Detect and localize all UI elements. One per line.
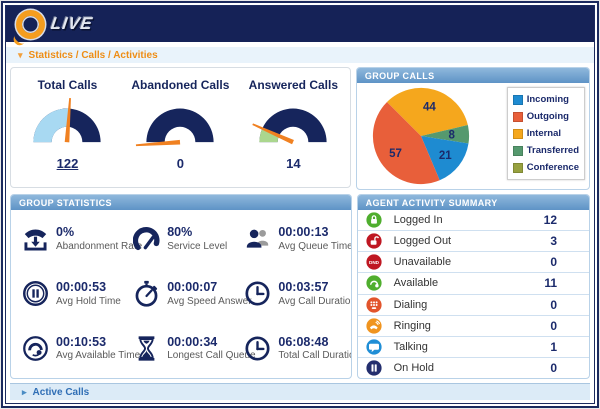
- group-statistics-panel: GROUP STATISTICS 0%Abandonment Rate 80%S…: [10, 194, 352, 379]
- agent-row-on-hold: On Hold 0: [358, 358, 589, 378]
- group-calls-header: GROUP CALLS: [357, 68, 589, 83]
- legend-item-internal: Internal: [513, 125, 579, 142]
- headset-icon: [366, 275, 382, 291]
- expand-arrow-icon[interactable]: ▸: [22, 387, 27, 398]
- svg-text:57: 57: [389, 148, 402, 160]
- gauge-title: Abandoned Calls: [127, 78, 233, 92]
- clock-icon: [243, 280, 271, 308]
- stat-avg-queue-time: 00:00:13Avg Queue Time: [239, 212, 350, 267]
- group-calls-panel: GROUP CALLS 44 8 21 57 Incoming Outgoing: [356, 67, 590, 190]
- agent-row-talking: Talking 1: [358, 337, 589, 358]
- logo-q-icon: [16, 10, 45, 39]
- phone-abandoned-icon: [21, 225, 49, 253]
- pie-legend: Incoming Outgoing Internal Transferred: [507, 87, 585, 180]
- gauge-title: Total Calls: [14, 78, 120, 92]
- gauge-total-calls: Total Calls 122: [14, 78, 120, 171]
- legend-swatch: [513, 163, 523, 173]
- gauge-value: 14: [240, 156, 346, 171]
- gauge-chart: [19, 94, 115, 150]
- gauge-value: 122: [14, 156, 120, 171]
- pie-chart: 44 8 21 57: [371, 86, 471, 190]
- gauge-chart: [245, 94, 341, 150]
- active-calls-label: Active Calls: [33, 387, 90, 398]
- legend-swatch: [513, 112, 523, 122]
- agent-row-dialing: Dialing 0: [358, 295, 589, 316]
- gauge-value: 0: [127, 156, 233, 171]
- lock-open-icon: [366, 233, 382, 249]
- app-window: LIVE ▾ Statistics / Calls / Activities T…: [1, 1, 599, 408]
- svg-text:21: 21: [439, 150, 452, 162]
- agent-activity-header: AGENT ACTIVITY SUMMARY: [358, 195, 589, 210]
- agent-row-ringing: Ringing 0: [358, 316, 589, 337]
- top-header: LIVE: [6, 6, 594, 42]
- pause-icon: [366, 360, 382, 376]
- gauge-abandoned-calls: Abandoned Calls 0: [127, 78, 233, 171]
- stat-avg-hold-time: 00:00:53Avg Hold Time: [17, 267, 128, 322]
- dialpad-icon: [366, 297, 382, 313]
- active-calls-section[interactable]: ▸ Active Calls: [10, 383, 590, 400]
- svg-text:DND: DND: [369, 261, 380, 266]
- agent-row-available: Available 11: [358, 273, 589, 294]
- lock-closed-icon: [366, 212, 382, 228]
- legend-swatch: [513, 146, 523, 156]
- legend-swatch: [513, 129, 523, 139]
- stat-avg-call-duration: 00:03:57Avg Call Duration: [239, 267, 350, 322]
- stat-abandonment-rate: 0%Abandonment Rate: [17, 212, 128, 267]
- legend-item-incoming: Incoming: [513, 91, 579, 108]
- legend-item-conference: Conference: [513, 159, 579, 176]
- logo-live-text: LIVE: [50, 14, 95, 34]
- gauge-answered-calls: Answered Calls 14: [240, 78, 346, 171]
- dnd-icon: DND: [366, 254, 382, 270]
- stat-total-call-duration: 06:08:48Total Call Duration: [239, 321, 350, 376]
- gauges-panel: Total Calls 122 Abandoned Calls 0 Answer…: [10, 67, 351, 188]
- agent-activity-panel: AGENT ACTIVITY SUMMARY Logged In 12 Logg…: [357, 194, 590, 379]
- clock-icon: [243, 335, 271, 363]
- app-logo: LIVE: [16, 10, 93, 39]
- gauge-chart: [132, 94, 228, 150]
- agent-row-logged-out: Logged Out 3: [358, 231, 589, 252]
- stat-avg-speed-answer: 00:00:07Avg Speed Answer: [128, 267, 239, 322]
- hourglass-icon: [132, 335, 160, 363]
- legend-swatch: [513, 95, 523, 105]
- group-statistics-header: GROUP STATISTICS: [11, 195, 351, 210]
- stat-longest-call-queue: 00:00:34Longest Call Queue: [128, 321, 239, 376]
- collapse-arrow-icon[interactable]: ▾: [18, 50, 23, 61]
- phone-ringing-icon: [366, 318, 382, 334]
- stopwatch-icon: [132, 280, 160, 308]
- pause-circle-icon: [21, 280, 49, 308]
- legend-item-outgoing: Outgoing: [513, 108, 579, 125]
- headset-circle-icon: [21, 335, 49, 363]
- speech-bubble-icon: [366, 339, 382, 355]
- breadcrumb[interactable]: ▾ Statistics / Calls / Activities: [6, 47, 594, 63]
- svg-text:8: 8: [448, 130, 455, 142]
- people-group-icon: [243, 225, 271, 253]
- legend-item-transferred: Transferred: [513, 142, 579, 159]
- gauge-title: Answered Calls: [240, 78, 346, 92]
- agent-row-logged-in: Logged In 12: [358, 210, 589, 231]
- svg-text:44: 44: [423, 101, 436, 113]
- stat-service-level: 80%Service Level: [128, 212, 239, 267]
- agent-row-unavailable: DND Unavailable 0: [358, 252, 589, 273]
- stat-avg-available-time: 00:10:53Avg Available Time: [17, 321, 128, 376]
- gauge-icon: [132, 225, 160, 253]
- breadcrumb-label: Statistics / Calls / Activities: [29, 50, 158, 61]
